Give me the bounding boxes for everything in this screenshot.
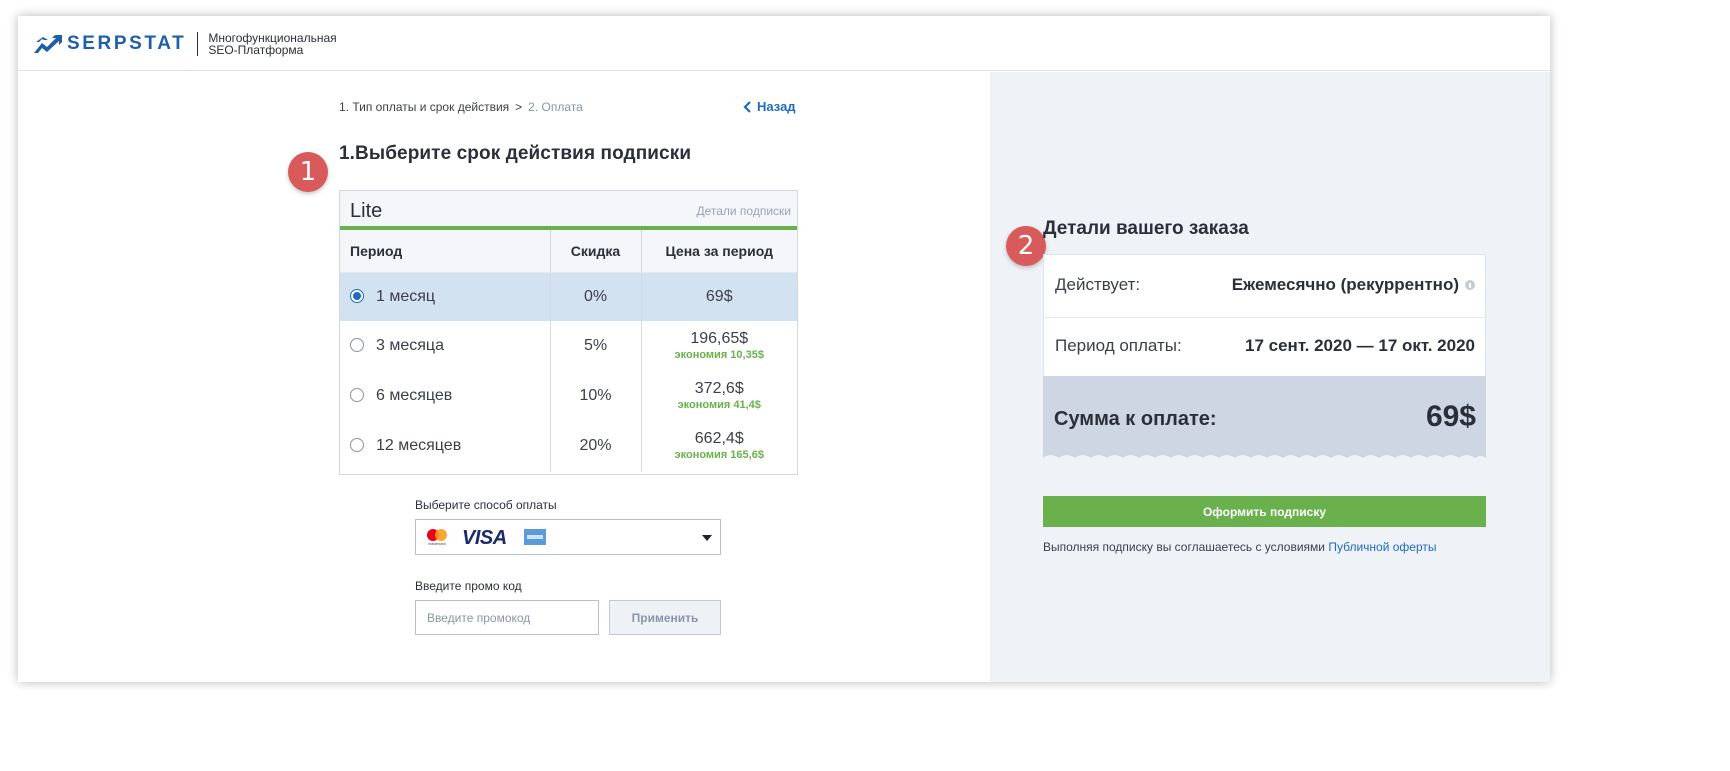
plan-details-link[interactable]: Детали подписки xyxy=(696,204,791,218)
payment-period-value: 17 сент. 2020 — 17 окт. 2020 xyxy=(1245,336,1475,355)
discount-cell: 5% xyxy=(550,321,642,371)
payment-method-label: Выберите способ оплаты xyxy=(415,498,557,512)
order-divider xyxy=(1044,317,1485,318)
period-row-3-months[interactable]: 3 месяца 5% 196,65$ экономия 10,35$ xyxy=(340,321,797,371)
saving-value: экономия 165,6$ xyxy=(674,448,764,461)
price-cell: 372,6$ экономия 41,4$ xyxy=(641,371,797,421)
period-cell: 12 месяцев xyxy=(340,421,551,471)
period-cell: 1 месяц xyxy=(340,272,551,321)
mastercard-caption: mastercard xyxy=(428,542,446,546)
price-cell: 662,4$ экономия 165,6$ xyxy=(641,421,797,471)
amex-card-icon xyxy=(524,529,546,545)
serpstat-logo[interactable]: SERPSTAT Многофункциональная SEO-Платфор… xyxy=(34,32,337,56)
column-header-price: Цена за период xyxy=(641,230,797,273)
plan-name: Lite xyxy=(350,200,383,222)
period-cell: 3 месяца xyxy=(340,321,551,371)
breadcrumb: 1. Тип оплаты и срок действия >2. Оплата xyxy=(339,100,583,114)
back-label: Назад xyxy=(757,99,796,114)
brand-name: SERPSTAT xyxy=(67,33,187,54)
breadcrumb-step1[interactable]: 1. Тип оплаты и срок действия xyxy=(339,100,509,114)
terms-text: Выполняя подписку вы соглашаетесь с усло… xyxy=(1043,540,1325,554)
promo-code-label: Введите промо код xyxy=(415,579,522,593)
price-cell: 196,65$ экономия 10,35$ xyxy=(641,321,797,371)
order-row-period: Период оплаты: 17 сент. 2020 — 17 окт. 2… xyxy=(1055,336,1475,356)
price-value: 662,4$ xyxy=(694,429,744,447)
price-value: 69$ xyxy=(705,287,733,305)
total-amount-block: Сумма к оплате: 69$ xyxy=(1043,376,1486,464)
payment-method-select[interactable]: mastercard VISA xyxy=(415,519,721,555)
plan-card: Lite Детали подписки Период Скидка Цена … xyxy=(339,190,798,475)
discount-cell: 0% xyxy=(550,272,642,321)
valid-value: Ежемесячно (рекуррентно) xyxy=(1231,275,1459,294)
price-cell: 69$ xyxy=(641,272,797,321)
valid-label: Действует: xyxy=(1055,275,1141,294)
period-label: 3 месяца xyxy=(376,337,444,354)
period-label: 12 месяцев xyxy=(376,437,462,454)
saving-value: экономия 10,35$ xyxy=(674,348,764,361)
promo-code-input[interactable] xyxy=(415,600,599,635)
payment-period-label: Период оплаты: xyxy=(1055,336,1182,355)
order-row-valid: Действует: Ежемесячно (рекуррентно) xyxy=(1055,275,1475,295)
receipt-wave-edge xyxy=(1043,455,1486,464)
plan-header: Lite Детали подписки xyxy=(340,191,797,229)
subscribe-button[interactable]: Оформить подписку xyxy=(1043,496,1486,527)
period-row-6-months[interactable]: 6 месяцев 10% 372,6$ экономия 41,4$ xyxy=(340,371,797,421)
info-icon[interactable] xyxy=(1465,280,1475,290)
period-row-12-months[interactable]: 12 месяцев 20% 662,4$ экономия 165,6$ xyxy=(340,421,797,471)
discount-cell: 20% xyxy=(550,421,642,471)
chevron-left-icon xyxy=(743,100,751,113)
brand-tagline: Многофункциональная SEO-Платформа xyxy=(208,32,336,56)
period-row-1-month[interactable]: 1 месяц 0% 69$ xyxy=(340,272,797,321)
discount-cell: 10% xyxy=(550,371,642,421)
table-header-row: Период Скидка Цена за период xyxy=(340,230,797,273)
order-info-box: Действует: Ежемесячно (рекуррентно) Пери… xyxy=(1043,254,1486,376)
radio-unselected[interactable] xyxy=(350,438,364,452)
radio-unselected[interactable] xyxy=(350,338,364,352)
column-header-period: Период xyxy=(340,230,551,273)
logo-divider xyxy=(197,32,199,56)
period-label: 1 месяц xyxy=(376,287,436,305)
terms-agreement: Выполняя подписку вы соглашаетесь с усло… xyxy=(1043,540,1436,554)
subscription-term-title: 1.Выберите срок действия подписки xyxy=(339,143,692,164)
column-header-discount: Скидка xyxy=(550,230,642,273)
visa-logo: VISA xyxy=(462,527,507,549)
order-details-card: Действует: Ежемесячно (рекуррентно) Пери… xyxy=(1043,254,1486,464)
total-amount: 69$ xyxy=(1425,400,1476,433)
public-offer-link[interactable]: Публичной оферты xyxy=(1328,540,1436,554)
radio-selected[interactable] xyxy=(350,288,364,303)
top-header: SERPSTAT Многофункциональная SEO-Платфор… xyxy=(18,16,1550,71)
period-label: 6 месяцев xyxy=(376,387,453,404)
price-value: 196,65$ xyxy=(690,329,749,347)
saving-value: экономия 41,4$ xyxy=(677,398,761,411)
price-value: 372,6$ xyxy=(694,379,744,397)
apply-promo-button[interactable]: Применить xyxy=(609,600,721,635)
tagline-line2: SEO-Платформа xyxy=(208,43,304,57)
caret-down-icon[interactable] xyxy=(702,535,712,541)
order-details-title: Детали вашего заказа xyxy=(1043,218,1249,239)
radio-unselected[interactable] xyxy=(350,388,364,402)
total-label: Сумма к оплате: xyxy=(1054,408,1217,430)
step-badge-1: 1 xyxy=(288,152,328,192)
back-link[interactable]: Назад xyxy=(743,99,796,114)
valid-value-wrap: Ежемесячно (рекуррентно) xyxy=(1232,275,1475,295)
mastercard-icon: mastercard xyxy=(427,529,447,546)
breadcrumb-separator: > xyxy=(515,100,523,114)
step-badge-2: 2 xyxy=(1006,226,1046,266)
period-cell: 6 месяцев xyxy=(340,371,551,421)
period-table: Период Скидка Цена за период 1 месяц 0% … xyxy=(340,230,797,471)
serpstat-chart-logo-icon xyxy=(34,35,62,53)
breadcrumb-step2: 2. Оплата xyxy=(528,100,583,114)
